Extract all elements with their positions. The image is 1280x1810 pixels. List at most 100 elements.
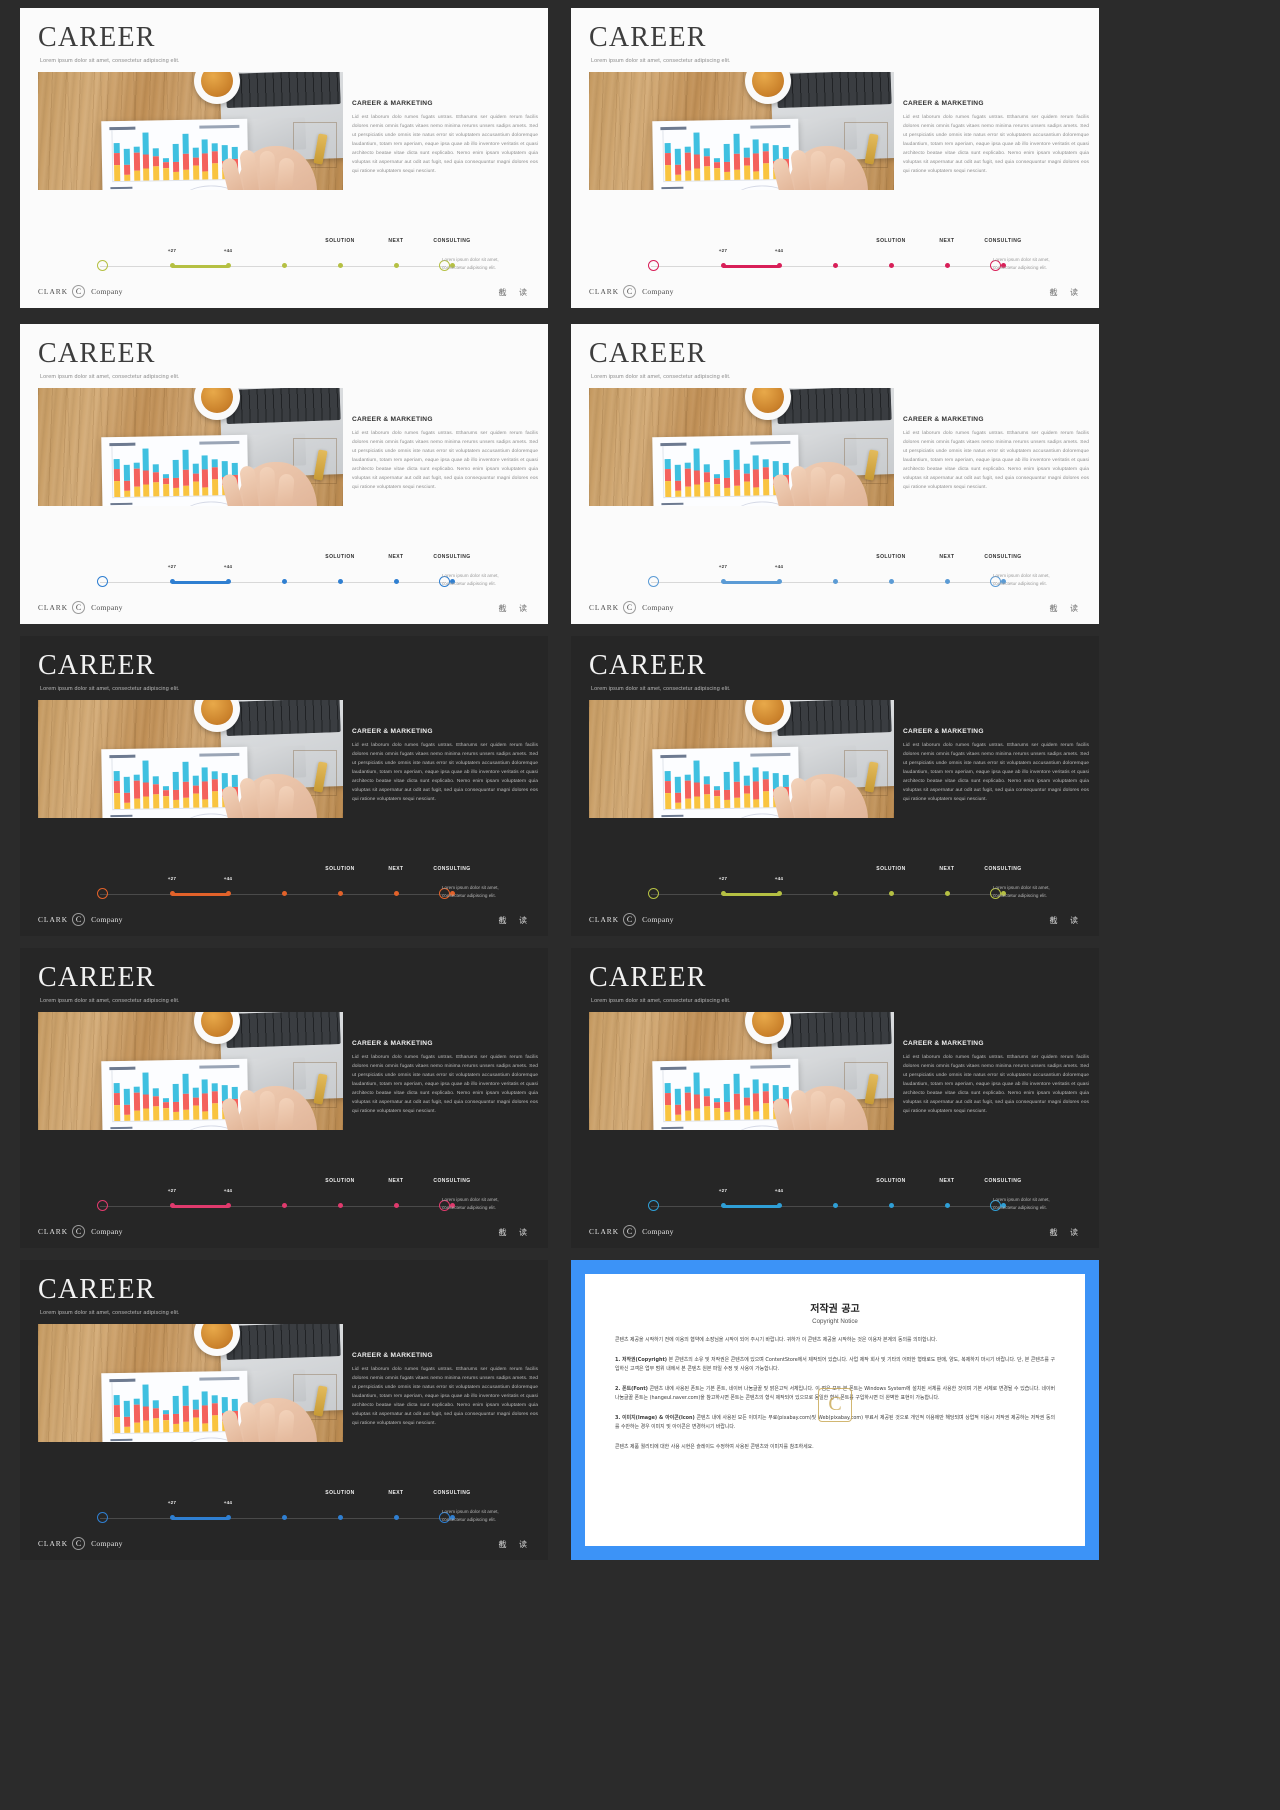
timeline-dot[interactable] <box>394 1515 399 1520</box>
timeline-dot[interactable] <box>226 579 231 584</box>
paper-bar-chart <box>664 445 790 498</box>
slide-canvas: CAREER Lorem ipsum dolor sit amet, conse… <box>20 636 548 936</box>
timeline-label: CONSULTING <box>433 1490 471 1496</box>
timeline-label: NEXT <box>388 238 404 244</box>
timeline-start-node[interactable] <box>648 1200 659 1211</box>
chart-bar <box>664 770 672 810</box>
timeline-dot[interactable] <box>282 263 287 268</box>
paper-bar-chart <box>113 445 239 498</box>
slide-thumbnail-2[interactable]: CAREER Lorem ipsum dolor sit amet, conse… <box>551 0 1102 318</box>
chart-bar <box>153 148 160 181</box>
timeline-dot[interactable] <box>945 263 950 268</box>
timeline-dot[interactable] <box>777 1203 782 1208</box>
chart-bar <box>693 1072 701 1121</box>
timeline-dot[interactable] <box>945 579 950 584</box>
chart-bar <box>113 1394 121 1434</box>
slide-thumbnail-1[interactable]: CAREER Lorem ipsum dolor sit amet, conse… <box>0 0 551 318</box>
timeline-label: SOLUTION <box>325 238 355 244</box>
timeline-start-node[interactable] <box>648 260 659 271</box>
timeline-dot[interactable] <box>833 263 838 268</box>
timeline-dot[interactable] <box>226 1203 231 1208</box>
timeline-dot[interactable] <box>394 891 399 896</box>
timeline-start-node[interactable] <box>97 888 108 899</box>
timeline-start-node[interactable] <box>648 576 659 587</box>
timeline-start-node[interactable] <box>97 1200 108 1211</box>
timeline-dot[interactable] <box>170 579 175 584</box>
timeline-dot[interactable] <box>170 1515 175 1520</box>
slide-thumbnail-4[interactable]: CAREER Lorem ipsum dolor sit amet, conse… <box>551 318 1102 630</box>
timeline-dot[interactable] <box>226 263 231 268</box>
timeline-dot[interactable] <box>721 579 726 584</box>
timeline-start-node[interactable] <box>97 576 108 587</box>
chart-bar <box>123 1400 131 1433</box>
company-label: Company <box>642 915 674 924</box>
timeline-dot[interactable] <box>282 579 287 584</box>
copyright-clause-1: 1. 저작권(Copyright) 본 콘텐츠의 소유 및 저작권은 콘텐츠에 … <box>615 1357 1056 1373</box>
timeline-dot[interactable] <box>170 263 175 268</box>
timeline-dot[interactable] <box>777 891 782 896</box>
timeline-dot[interactable] <box>338 1203 343 1208</box>
timeline-dot[interactable] <box>170 1203 175 1208</box>
timeline-dot[interactable] <box>394 579 399 584</box>
timeline-dot[interactable] <box>945 891 950 896</box>
timeline-dot[interactable] <box>721 263 726 268</box>
timeline-label: SOLUTION <box>325 1178 355 1184</box>
timeline: +27 +44 SOLUTION NEXT CONSULTING Lorem ipsum… <box>637 866 1057 910</box>
timeline-dot[interactable] <box>282 1203 287 1208</box>
timeline-start-node[interactable] <box>97 1512 108 1523</box>
timeline-dot[interactable] <box>721 891 726 896</box>
chart-bar <box>123 148 131 181</box>
timeline-dot[interactable] <box>338 263 343 268</box>
timeline-dot[interactable] <box>889 891 894 896</box>
slide-thumbnail-5[interactable]: CAREER Lorem ipsum dolor sit amet, conse… <box>0 630 551 942</box>
slide-thumbnail-7[interactable]: CAREER Lorem ipsum dolor sit amet, conse… <box>0 942 551 1254</box>
timeline-dot[interactable] <box>282 891 287 896</box>
brand-mark-icon: C <box>623 601 637 614</box>
timeline-dot[interactable] <box>777 263 782 268</box>
chart-bar <box>192 775 199 808</box>
body-text: Lid est laborum dolo rumes fugats untras… <box>903 1055 1089 1115</box>
chart-bar <box>211 1083 219 1120</box>
timeline-dot[interactable] <box>721 1203 726 1208</box>
timeline-dot[interactable] <box>777 579 782 584</box>
timeline-dot[interactable] <box>889 1203 894 1208</box>
timeline-dot[interactable] <box>945 1203 950 1208</box>
timeline-dot[interactable] <box>394 1203 399 1208</box>
timeline-start-node[interactable] <box>97 260 108 271</box>
timeline-dot[interactable] <box>338 891 343 896</box>
timeline-dot[interactable] <box>833 1203 838 1208</box>
timeline-dot[interactable] <box>833 579 838 584</box>
page-title: CAREER <box>38 1274 156 1305</box>
timeline-dot[interactable] <box>282 1515 287 1520</box>
timeline-dot[interactable] <box>338 1515 343 1520</box>
slide-thumbnail-6[interactable]: CAREER Lorem ipsum dolor sit amet, conse… <box>551 630 1102 942</box>
timeline-dot[interactable] <box>170 891 175 896</box>
slide-footer: CLARK C Company <box>589 601 674 614</box>
timeline-marker: +44 <box>223 1500 233 1505</box>
copyright-notice-slide[interactable]: C 저작권 공고 Copyright Notice 콘텐츠 제공을 시작하기 전… <box>551 1254 1102 1566</box>
page-subtitle: Lorem ipsum dolor sit amet, consectetur … <box>591 686 731 692</box>
chart-bar <box>123 464 131 497</box>
timeline-dot[interactable] <box>338 579 343 584</box>
chart-bar <box>693 760 701 809</box>
slide-thumbnail-8[interactable]: CAREER Lorem ipsum dolor sit amet, conse… <box>551 942 1102 1254</box>
copyright-outro: 콘텐츠 제품 퀄리티에 대한 사용 시현은 슬레이드 수정하여 사용된 콘텐츠와… <box>615 1444 814 1451</box>
content-column: CAREER & MARKETING Lid est laborum dolo … <box>352 728 538 804</box>
chart-bar <box>182 133 190 180</box>
chart-bar <box>753 455 760 496</box>
chart-bar <box>142 760 150 809</box>
timeline-dot[interactable] <box>394 263 399 268</box>
slide-thumbnail-3[interactable]: CAREER Lorem ipsum dolor sit amet, conse… <box>0 318 551 630</box>
timeline-dot[interactable] <box>226 1515 231 1520</box>
timeline-dot[interactable] <box>226 891 231 896</box>
timeline-start-node[interactable] <box>648 888 659 899</box>
timeline-dot[interactable] <box>833 891 838 896</box>
slide-thumbnail-9[interactable]: CAREER Lorem ipsum dolor sit amet, conse… <box>0 1254 551 1566</box>
chart-bar <box>693 132 701 181</box>
chart-bar <box>723 459 731 497</box>
timeline: +27 +44 SOLUTION NEXT CONSULTING Lorem ipsum… <box>637 1178 1057 1222</box>
timeline-dot[interactable] <box>889 579 894 584</box>
timeline-dot[interactable] <box>889 263 894 268</box>
hand-image <box>771 134 868 190</box>
section-heading: CAREER & MARKETING <box>903 100 984 107</box>
